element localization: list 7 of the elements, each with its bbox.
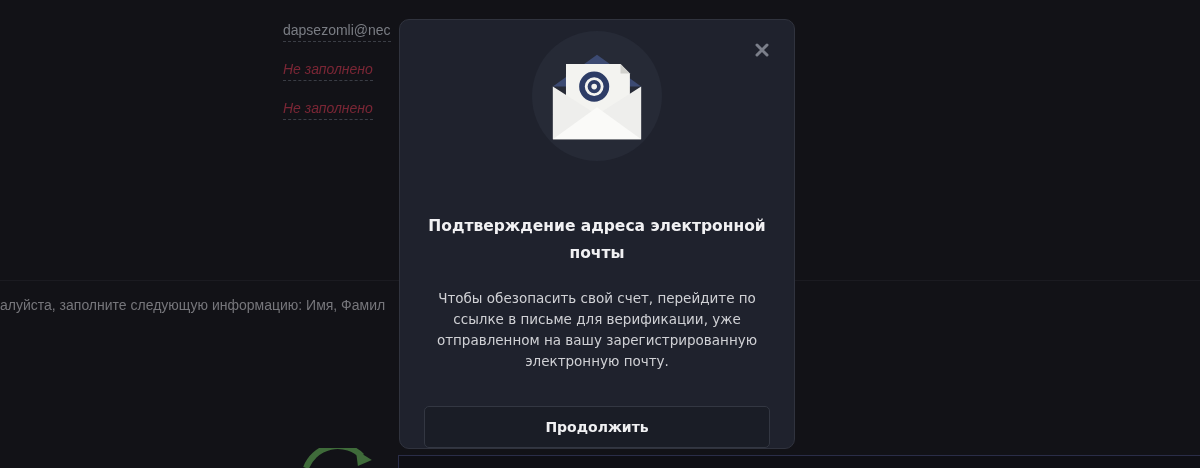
dialog-message: Чтобы обезопасить свой счет, перейдите по ссылке в письме для верификации, уже отправленном на вашу зарегистрированную электронную почту. bbox=[435, 289, 759, 371]
close-button[interactable] bbox=[754, 42, 770, 58]
field-value[interactable]: dapsezomli@nec bbox=[283, 22, 391, 42]
dialog-title: Подтверждение адреса электронной почты bbox=[427, 216, 767, 264]
notice-text: алуйста, заполните следующую информацию: Имя, Фамил bbox=[0, 297, 386, 313]
close-icon bbox=[755, 43, 769, 57]
continue-button[interactable]: Продолжить bbox=[424, 406, 770, 448]
